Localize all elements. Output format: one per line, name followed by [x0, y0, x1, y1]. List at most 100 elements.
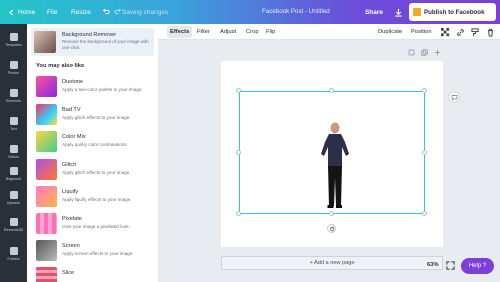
position-button[interactable]: Position — [408, 26, 435, 38]
duplicate-page-button[interactable] — [421, 49, 429, 57]
effect-item-duotone[interactable]: Duotone Apply a two-color palette to you… — [36, 76, 156, 98]
effect-name: Duotone — [62, 79, 84, 85]
effect-name: Color Mix — [62, 134, 86, 140]
redo-icon — [114, 8, 122, 15]
screen-thumbnail — [36, 240, 57, 261]
publish-to-facebook-button[interactable]: Publish to Facebook — [409, 3, 496, 21]
publish-icon — [413, 8, 421, 16]
resize-button[interactable]: Resize — [71, 0, 91, 24]
rotate-icon — [329, 226, 334, 231]
photos-icon — [9, 61, 18, 69]
effect-item-glitch[interactable]: Glitch Apply glitch effects to your imag… — [36, 159, 156, 181]
add-page-icon-button[interactable] — [434, 49, 442, 57]
videos-icon — [9, 145, 18, 153]
add-new-page-button[interactable]: + Add a new page — [221, 256, 443, 270]
effect-item-screen[interactable]: Screen Apply screen effects to your imag… — [36, 240, 156, 262]
duplicate-button[interactable]: Duplicate — [375, 26, 405, 38]
effect-name: Glitch — [62, 162, 77, 168]
comment-icon — [451, 94, 457, 101]
rail-label: Templates — [5, 43, 22, 47]
link-button[interactable] — [455, 27, 465, 37]
effect-desc: Apply screen effects to your image. — [62, 251, 134, 256]
effect-desc: Apply quirky color combinations. — [62, 142, 128, 147]
resize-handle-tl[interactable] — [236, 88, 241, 93]
resize-handle-bottom[interactable] — [329, 211, 334, 216]
transparency-button[interactable] — [440, 27, 450, 37]
bad-tv-thumbnail — [36, 104, 57, 125]
publish-label: Publish to Facebook — [424, 8, 485, 16]
background-remover-item[interactable]: Background Remover Remove the background… — [31, 28, 154, 56]
effect-item-slice[interactable]: Slice — [36, 267, 156, 282]
resize-handle-bl[interactable] — [236, 211, 241, 216]
resize-handle-left[interactable] — [236, 150, 241, 155]
copy-style-button[interactable] — [470, 27, 480, 37]
effect-name: Screen — [62, 243, 80, 249]
tab-adjust[interactable]: Adjust — [217, 26, 239, 38]
rotate-handle[interactable] — [327, 224, 336, 233]
effect-name: Bad TV — [62, 107, 81, 113]
rail-item-photos[interactable]: Photos — [0, 54, 27, 82]
text-icon — [9, 117, 18, 125]
tab-effects[interactable]: Effects — [167, 26, 193, 38]
rail-item-uploads[interactable]: Uploads — [0, 184, 27, 212]
background-icon — [9, 167, 18, 175]
elements3d-icon — [9, 218, 18, 226]
effect-item-bad-tv[interactable]: Bad TV Apply glitch effects to your imag… — [36, 104, 156, 126]
copy-icon — [421, 49, 428, 56]
resize-handle-right[interactable] — [422, 150, 427, 155]
rail-item-templates[interactable]: Templates — [0, 26, 27, 54]
templates-icon — [9, 33, 18, 41]
pixelate-thumbnail — [36, 213, 57, 234]
share-button[interactable]: Share — [361, 4, 387, 20]
image-selection-frame[interactable] — [239, 91, 425, 214]
help-button[interactable]: Help ? — [461, 258, 494, 274]
tab-flip[interactable]: Flip — [263, 26, 278, 38]
page-notes-button[interactable] — [408, 49, 416, 57]
fullscreen-button[interactable] — [446, 261, 455, 270]
rail-item-elements3d[interactable]: Elements3D — [0, 211, 27, 239]
effect-desc: Apply a two-color palette to your image. — [62, 87, 143, 92]
rail-item-elements[interactable]: Elements — [0, 82, 27, 110]
effects-panel: Background Remover Remove the background… — [27, 24, 158, 282]
resize-handle-br[interactable] — [422, 211, 427, 216]
liquify-thumbnail — [36, 186, 57, 207]
effect-item-color-mix[interactable]: Color Mix Apply quirky color combination… — [36, 131, 156, 153]
you-may-also-like-heading: You may also like — [36, 63, 85, 69]
resize-handle-top[interactable] — [329, 88, 334, 93]
redo-button[interactable] — [114, 0, 122, 24]
background-remover-desc: Remove the background of your image with… — [62, 39, 149, 50]
home-label: Home — [18, 8, 36, 16]
tab-crop[interactable]: Crop — [243, 26, 262, 38]
undo-icon — [102, 8, 110, 15]
expand-icon — [446, 261, 455, 270]
color-mix-thumbnail — [36, 131, 57, 152]
rail-item-folders[interactable]: Folders — [0, 240, 27, 268]
effect-name: Slice — [62, 270, 75, 276]
background-remover-thumbnail — [34, 31, 56, 53]
effect-item-liquify[interactable]: Liquify Apply liquify effects to your im… — [36, 186, 156, 208]
undo-button[interactable] — [102, 0, 110, 24]
effect-desc: Apply liquify effects to your image. — [62, 197, 132, 202]
back-home-button[interactable]: Home — [8, 0, 35, 24]
zoom-level[interactable]: 63% — [427, 262, 439, 268]
rail-item-text[interactable]: Text — [0, 110, 27, 138]
background-remover-title: Background Remover — [62, 32, 117, 38]
download-button[interactable] — [390, 4, 406, 20]
document-title[interactable]: Facebook Post - Untitled — [262, 0, 330, 24]
file-menu[interactable]: File — [47, 0, 57, 24]
rail-label: Photos — [7, 71, 20, 75]
effect-desc: Give your image a pixelated look. — [62, 224, 130, 229]
tab-filter[interactable]: Filter — [194, 26, 213, 38]
duotone-thumbnail — [36, 76, 57, 97]
resize-handle-tr[interactable] — [422, 88, 427, 93]
rail-label: Folders — [7, 257, 20, 261]
comment-button[interactable] — [448, 91, 460, 103]
effect-desc: Apply glitch effects to your image. — [62, 170, 131, 175]
rail-label: Elements — [6, 99, 21, 103]
delete-button[interactable] — [485, 27, 495, 37]
saving-status: Saving changes — [122, 8, 169, 16]
effect-item-pixelate[interactable]: Pixelate Give your image a pixelated loo… — [36, 213, 156, 235]
link-icon — [456, 28, 464, 36]
effect-name: Liquify — [62, 189, 79, 195]
file-label: File — [47, 8, 58, 16]
